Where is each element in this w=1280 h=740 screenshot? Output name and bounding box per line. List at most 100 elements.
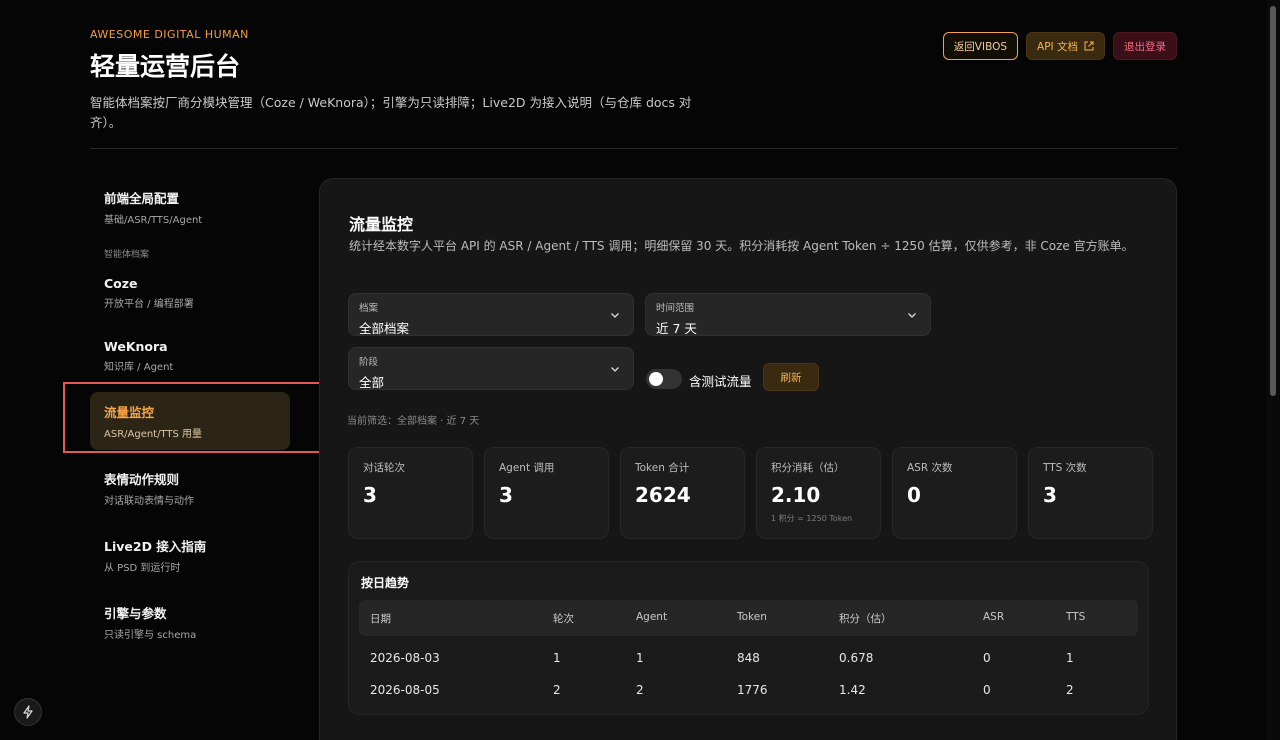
- back-button-label: 返回VIBOS: [953, 40, 1008, 53]
- sidebar-item-sub: 对话联动表情与动作: [104, 496, 194, 507]
- table-cell: 1: [553, 651, 561, 665]
- sidebar-group-label: 智能体档案: [104, 250, 150, 260]
- time-range-value: 近 7 天: [656, 321, 697, 336]
- table-row: 2026-08-03 1 1 848 0.678 0 1: [359, 642, 1138, 674]
- sidebar-item-weknora[interactable]: WeKnora 知识库 / Agent: [90, 329, 290, 383]
- table-cell: 2: [636, 683, 644, 697]
- panel-title: 流量监控: [349, 215, 414, 234]
- trend-title: 按日趋势: [361, 576, 410, 590]
- sidebar-item-live2d-guide[interactable]: Live2D 接入指南 从 PSD 到运行时: [90, 526, 290, 584]
- quick-action-button[interactable]: [14, 698, 42, 726]
- stat-label: TTS 次数: [1043, 462, 1087, 474]
- table-cell: 1776: [737, 683, 768, 697]
- page-header: AWESOME DIGITAL HUMAN 轻量运营后台 智能体档案按厂商分模块…: [90, 28, 1177, 133]
- header-actions: 返回VIBOS API 文档 退出登录: [942, 32, 1177, 60]
- table-header: 日期 轮次 Agent Token 积分（估） ASR TTS: [359, 600, 1138, 636]
- scrollbar-thumb[interactable]: [1270, 6, 1276, 396]
- api-docs-label: API 文档: [1037, 40, 1078, 53]
- sidebar-item-expression-rules[interactable]: 表情动作规则 对话联动表情与动作: [90, 459, 290, 517]
- chevron-down-icon: [908, 313, 916, 318]
- table-cell: 1: [636, 651, 644, 665]
- stat-label: 积分消耗（估）: [771, 462, 845, 474]
- stat-value: 0: [907, 483, 921, 507]
- time-range-label: 时间范围: [656, 303, 695, 314]
- stat-card-asr: ASR 次数 0: [892, 447, 1017, 539]
- stat-card-conversations: 对话轮次 3: [348, 447, 473, 539]
- column-header: Agent: [636, 611, 668, 623]
- logout-label: 退出登录: [1124, 40, 1166, 53]
- archive-select[interactable]: 档案 全部档案: [348, 293, 634, 336]
- table-cell: 0: [983, 683, 991, 697]
- stats-row: 对话轮次 3 Agent 调用 3 Token 合计 2624 积分消耗（估） …: [348, 447, 1153, 539]
- sidebar-item-sub: 只读引擎与 schema: [104, 630, 197, 641]
- table-cell: 2: [1066, 683, 1074, 697]
- api-docs-button[interactable]: API 文档: [1026, 32, 1105, 60]
- sidebar-item-title: 表情动作规则: [104, 472, 180, 487]
- sidebar-item-coze[interactable]: Coze 开放平台 / 编程部署: [90, 266, 290, 320]
- sidebar-item-global-config[interactable]: 前端全局配置 基础/ASR/TTS/Agent: [90, 178, 290, 236]
- page-scrollbar[interactable]: [1266, 0, 1280, 740]
- daily-trend-card: 按日趋势 日期 轮次 Agent Token 积分（估） ASR TTS 202…: [348, 561, 1149, 715]
- column-header: 日期: [370, 613, 391, 625]
- logout-button[interactable]: 退出登录: [1113, 32, 1177, 60]
- stat-label: 对话轮次: [363, 462, 405, 474]
- stat-note: 1 积分 = 1250 Token: [771, 514, 853, 523]
- panel-description: 统计经本数字人平台 API 的 ASR / Agent / TTS 调用；明细保…: [349, 239, 1134, 253]
- external-link-icon: [1084, 41, 1094, 51]
- stat-label: ASR 次数: [907, 462, 953, 474]
- traffic-monitor-panel: 流量监控 统计经本数字人平台 API 的 ASR / Agent / TTS 调…: [319, 178, 1177, 740]
- column-header: Token: [737, 611, 767, 623]
- archive-select-label: 档案: [359, 303, 379, 314]
- stat-value: 3: [1043, 483, 1057, 507]
- table-cell: 1: [1066, 651, 1074, 665]
- sidebar-item-sub: 知识库 / Agent: [104, 362, 174, 373]
- include-test-traffic-toggle[interactable]: [646, 369, 682, 389]
- stat-value: 2.10: [771, 483, 821, 507]
- annotation-highlight-box: [63, 382, 345, 453]
- sidebar-item-sub: 基础/ASR/TTS/Agent: [104, 215, 203, 226]
- stat-label: Token 合计: [635, 462, 690, 474]
- table-cell: 0: [983, 651, 991, 665]
- include-test-traffic-label: 含测试流量: [689, 374, 752, 389]
- lightning-icon: [23, 705, 33, 719]
- stat-card-token-total: Token 合计 2624: [620, 447, 745, 539]
- refresh-button[interactable]: 刷新: [763, 363, 819, 391]
- back-to-vibos-button[interactable]: 返回VIBOS: [942, 32, 1019, 60]
- stat-card-tts: TTS 次数 3: [1028, 447, 1153, 539]
- chevron-down-icon: [611, 367, 619, 372]
- stage-select[interactable]: 阶段 全部: [348, 347, 634, 390]
- sidebar-item-title: Live2D 接入指南: [104, 539, 207, 554]
- stat-card-agent-calls: Agent 调用 3: [484, 447, 609, 539]
- stat-label: Agent 调用: [499, 462, 555, 474]
- table-cell: 2: [553, 683, 561, 697]
- stat-value: 2624: [635, 483, 691, 507]
- header-divider: [90, 148, 1177, 149]
- current-filter-note: 当前筛选：全部档案 · 近 7 天: [347, 416, 480, 427]
- sidebar-item-sub: 从 PSD 到运行时: [104, 563, 181, 574]
- stat-card-credits: 积分消耗（估） 2.10 1 积分 = 1250 Token: [756, 447, 881, 539]
- column-header: 轮次: [553, 613, 574, 625]
- archive-select-value: 全部档案: [359, 321, 410, 336]
- stage-select-value: 全部: [359, 375, 385, 390]
- stat-value: 3: [363, 483, 377, 507]
- page-subtitle: 智能体档案按厂商分模块管理（Coze / WeKnora）；引擎为只读排障；Li…: [90, 95, 692, 130]
- sidebar-item-title: 前端全局配置: [104, 191, 180, 206]
- sidebar-item-engine-params[interactable]: 引擎与参数 只读引擎与 schema: [90, 593, 290, 651]
- table-row: 2026-08-05 2 2 1776 1.42 0 2: [359, 674, 1138, 706]
- table-cell: 2026-08-05: [370, 683, 440, 697]
- sidebar-item-sub: 开放平台 / 编程部署: [104, 299, 194, 310]
- sidebar-item-title: Coze: [104, 276, 138, 291]
- column-header: ASR: [983, 611, 1005, 623]
- chevron-down-icon: [611, 313, 619, 318]
- column-header: 积分（估）: [839, 613, 892, 625]
- toggle-knob: [649, 372, 663, 386]
- stage-select-label: 阶段: [359, 357, 379, 368]
- table-cell: 0.678: [839, 651, 874, 665]
- stat-value: 3: [499, 483, 513, 507]
- table-cell: 1.42: [839, 683, 866, 697]
- column-header: TTS: [1066, 611, 1086, 623]
- table-cell: 2026-08-03: [370, 651, 440, 665]
- time-range-select[interactable]: 时间范围 近 7 天: [645, 293, 931, 336]
- sidebar-item-title: 引擎与参数: [104, 606, 167, 621]
- sidebar-item-title: WeKnora: [104, 339, 168, 354]
